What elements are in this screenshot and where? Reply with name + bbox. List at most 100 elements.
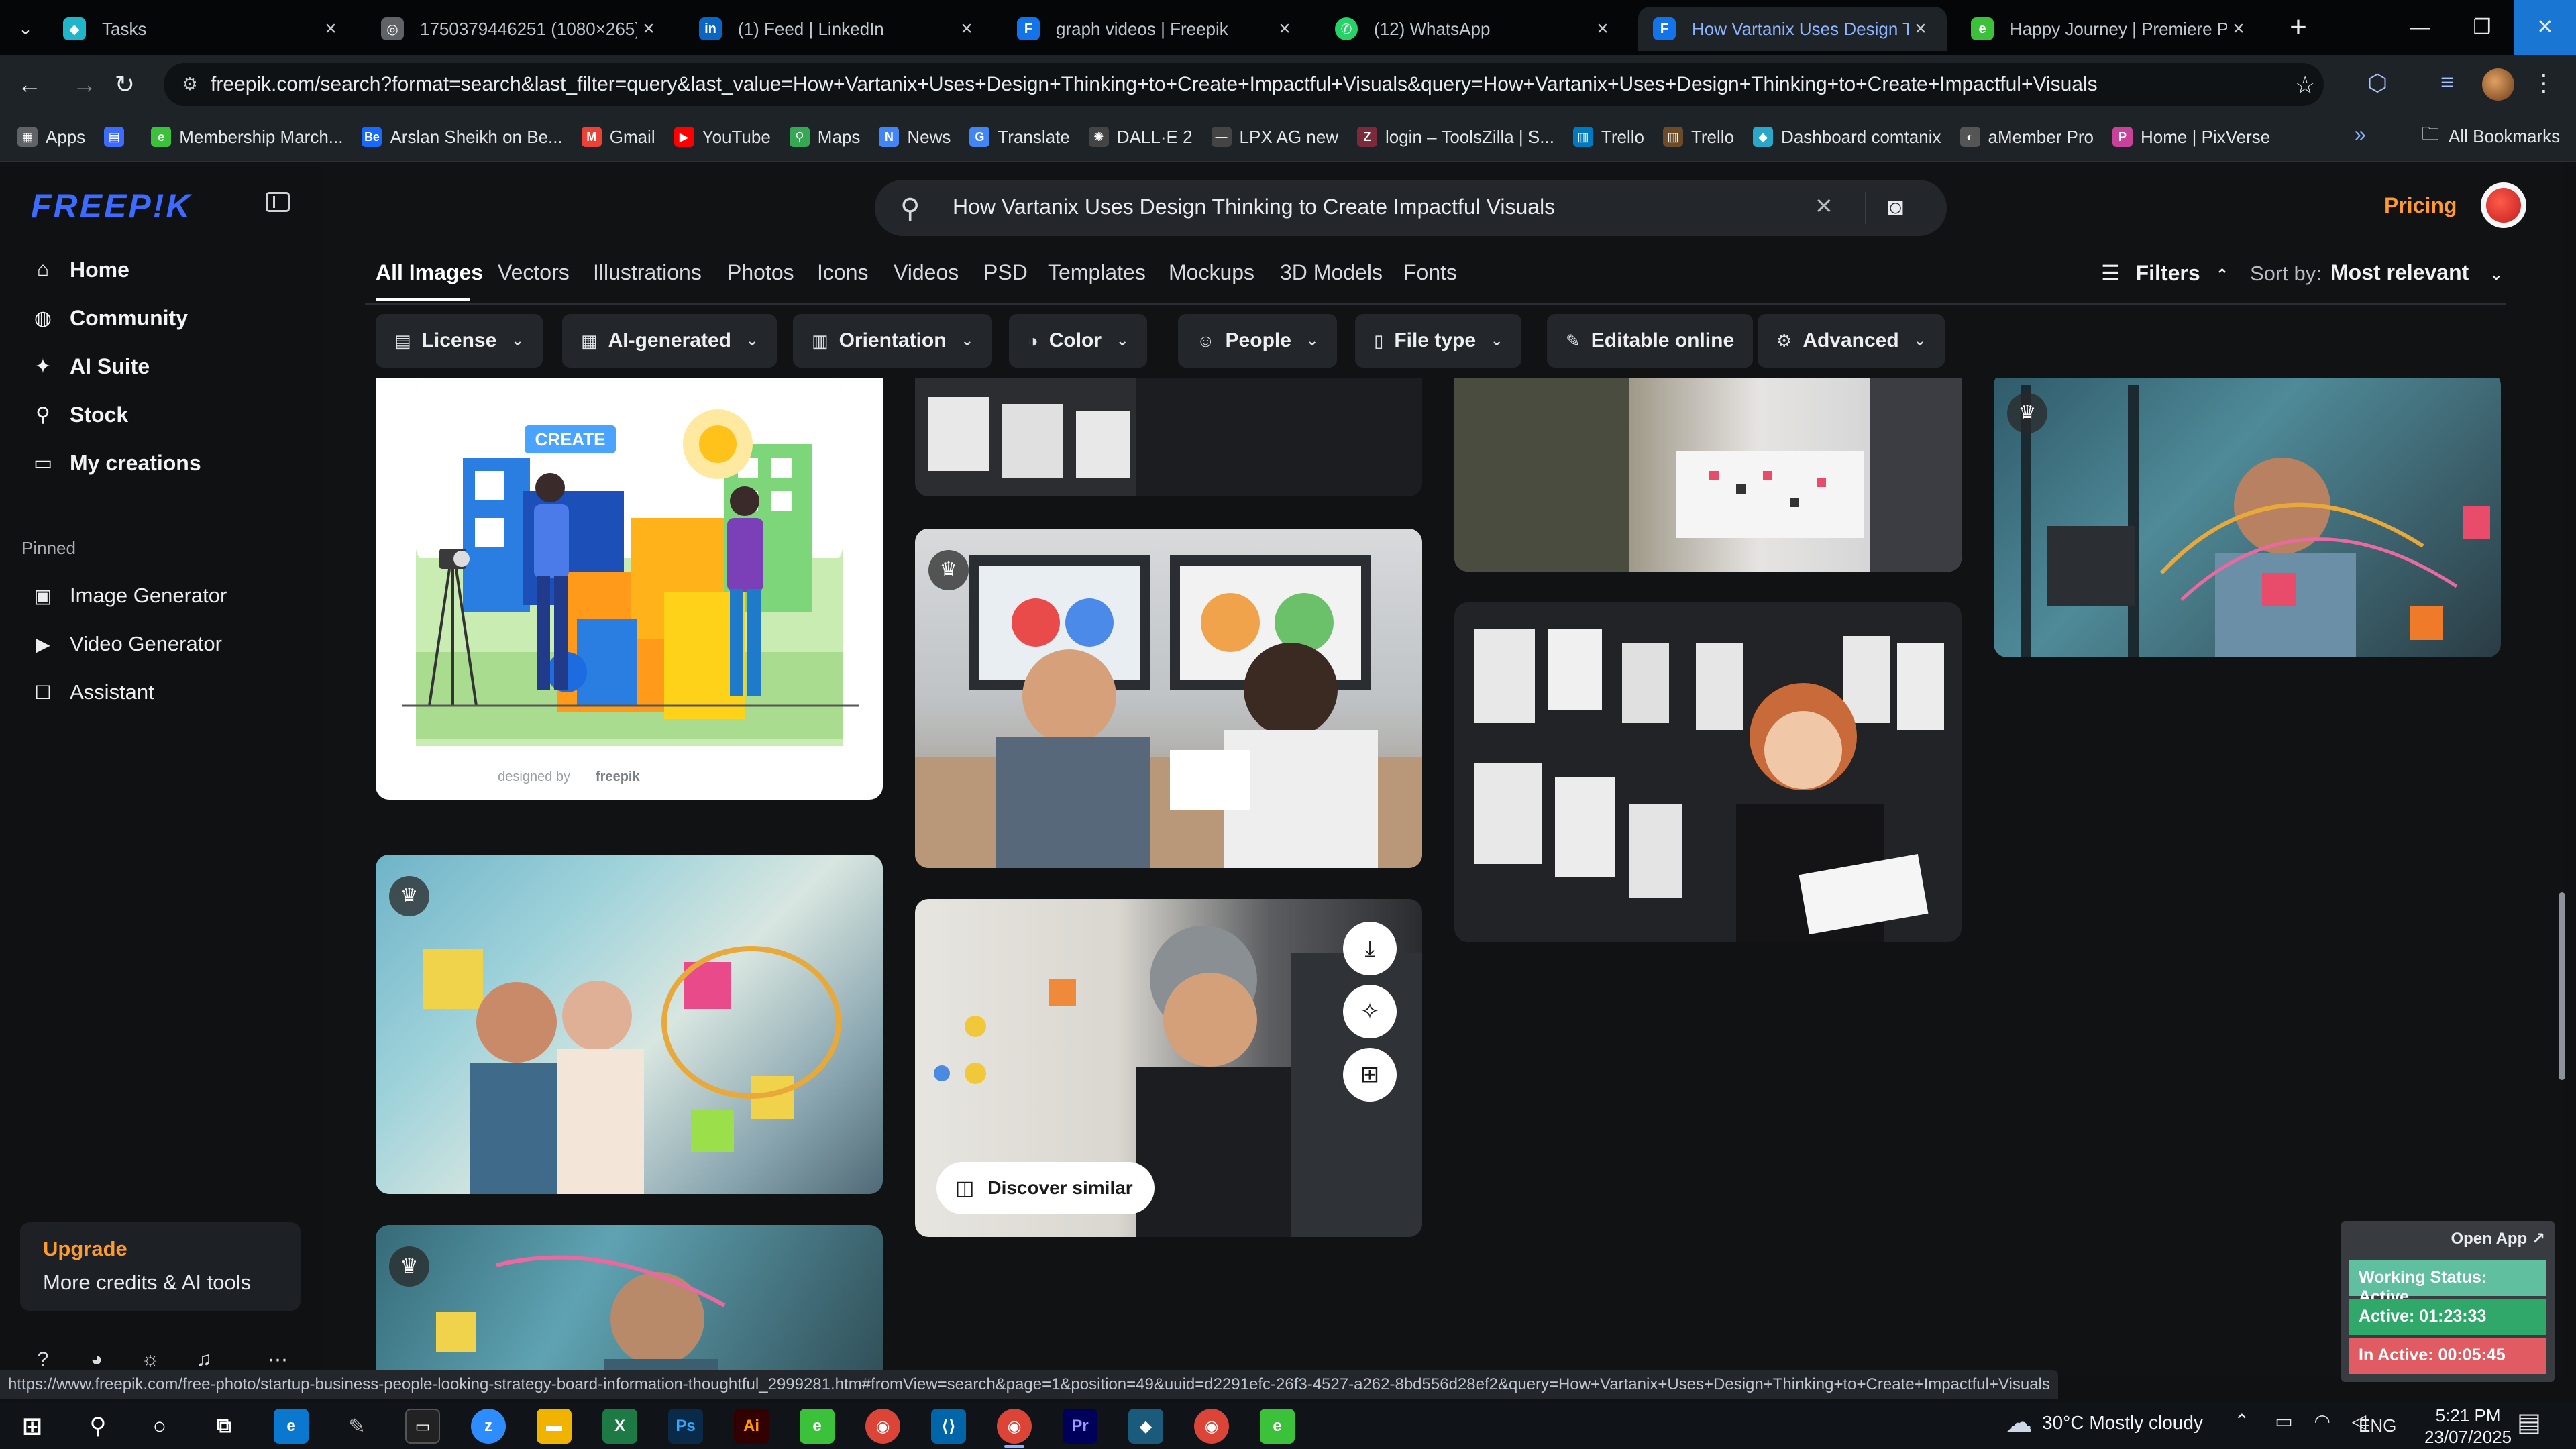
result-card-photo[interactable] (915, 378, 1422, 496)
back-arrow-icon[interactable]: ← (12, 67, 47, 102)
download-icon[interactable]: ⤓ (1343, 922, 1397, 975)
restore-button[interactable]: ❐ (2451, 0, 2513, 55)
result-card-photo[interactable]: ♛ (376, 855, 883, 1194)
tab-templates[interactable]: Templates (1048, 260, 1146, 285)
tab-all-images[interactable]: All Images (376, 260, 483, 285)
media-controls-icon[interactable]: ≡ (2432, 70, 2462, 99)
clear-search-icon[interactable]: × (1815, 189, 1833, 223)
close-icon[interactable]: × (1591, 17, 1614, 40)
system-clock[interactable]: 5:21 PM 23/07/2025 (2424, 1405, 2512, 1448)
filter-color[interactable]: ◑ Color ⌄ (1009, 314, 1148, 368)
bookmark-item[interactable]: ◆ Dashboard comtanix (1743, 117, 1950, 157)
cortana-icon[interactable]: ○ (142, 1409, 177, 1444)
bookmark-item[interactable]: e Membership March... (142, 117, 352, 157)
new-tab-button[interactable]: + (2281, 12, 2316, 43)
chrome-icon[interactable]: ◉ (997, 1409, 1032, 1444)
tab-3d-models[interactable]: 3D Models (1280, 260, 1383, 285)
tab-vectors[interactable]: Vectors (498, 260, 570, 285)
extensions-icon[interactable]: ⬡ (2363, 70, 2392, 99)
bookmark-star-icon[interactable]: ☆ (2294, 71, 2316, 99)
browser-tab[interactable]: ◎ 1750379446251 (1080×265) × (366, 7, 675, 51)
windows-start-icon[interactable]: ⊞ (15, 1409, 50, 1444)
terminal-icon[interactable]: ▭ (405, 1409, 440, 1444)
tab-photos[interactable]: Photos (727, 260, 794, 285)
photoshop-icon[interactable]: Ps (668, 1409, 703, 1444)
result-card-photo-hovered[interactable]: ⤓ ✧ ⊞ ◫ Discover similar (915, 899, 1422, 1237)
filter-editable-online[interactable]: ✎ Editable online (1547, 314, 1754, 368)
reload-icon[interactable]: ↻ (107, 67, 142, 102)
bookmark-item[interactable]: ✺ DALL·E 2 (1079, 117, 1202, 157)
bookmark-item[interactable]: ▤ (95, 117, 142, 157)
filters-button[interactable]: ☰ Filters ⌃ (2101, 260, 2229, 286)
vscode-icon[interactable]: ⟨⟩ (931, 1409, 966, 1444)
chrome-icon[interactable]: ◉ (1194, 1409, 1229, 1444)
tab-mockups[interactable]: Mockups (1169, 260, 1254, 285)
result-card-photo[interactable] (1454, 378, 1962, 572)
zoom-icon[interactable]: z (471, 1409, 506, 1444)
envato-icon[interactable]: e (800, 1409, 835, 1444)
bookmark-item[interactable]: ▥ Trello (1654, 117, 1743, 157)
browser-tab[interactable]: F graph videos | Freepik × (1002, 7, 1311, 51)
scrollbar[interactable] (2563, 162, 2576, 1375)
bookmark-item[interactable]: — LPX AG new (1202, 117, 1348, 157)
all-bookmarks-button[interactable]: 🗀 All Bookmarks (2422, 119, 2560, 153)
discover-similar-button[interactable]: ◫ Discover similar (936, 1162, 1155, 1214)
language-indicator[interactable]: ENG (2359, 1415, 2396, 1436)
user-avatar[interactable] (2481, 182, 2526, 228)
tab-illustrations[interactable]: Illustrations (593, 260, 702, 285)
tab-icons[interactable]: Icons (817, 260, 868, 285)
result-card-photo[interactable] (1454, 602, 1962, 942)
sidebar-item-community[interactable]: ◍ Community (31, 298, 188, 338)
bookmark-item[interactable]: M Gmail (572, 117, 665, 157)
app-icon[interactable]: ◆ (1128, 1409, 1163, 1444)
address-bar[interactable]: freepik.com/search?format=search&last_fi… (164, 63, 2324, 106)
browser-tab[interactable]: in (1) Feed | LinkedIn × (684, 7, 993, 51)
forward-arrow-icon[interactable]: → (67, 67, 102, 102)
bookmark-item[interactable]: Be Arslan Sheikh on Be... (352, 117, 572, 157)
browser-tab[interactable]: ✆ (12) WhatsApp × (1320, 7, 1629, 51)
browser-tab[interactable]: e Happy Journey | Premiere Pro × (1956, 7, 2265, 51)
site-info-icon[interactable]: ⚙ (178, 74, 201, 97)
tab-search-button[interactable]: ⌄ (9, 13, 42, 43)
illustrator-icon[interactable]: Ai (734, 1409, 769, 1444)
excel-icon[interactable]: X (602, 1409, 637, 1444)
bookmark-item[interactable]: ⚲ Maps (780, 117, 870, 157)
bookmark-item[interactable]: N News (869, 117, 960, 157)
result-card-illustration[interactable]: CREATE designed by freepik (376, 378, 883, 800)
browser-tab[interactable]: ◆ Tasks × (48, 7, 357, 51)
file-explorer-icon[interactable]: ▬ (537, 1409, 572, 1444)
search-query-text[interactable]: How Vartanix Uses Design Thinking to Cre… (953, 195, 1555, 219)
menu-dots-icon[interactable]: ⋮ (2529, 70, 2559, 99)
weather-widget[interactable]: ☁ 30°C Mostly cloudy (2006, 1407, 2203, 1438)
close-icon[interactable]: × (637, 17, 660, 40)
pricing-link[interactable]: Pricing (2384, 193, 2457, 218)
search-icon[interactable]: ⚲ (80, 1409, 115, 1444)
chrome-icon[interactable]: ◉ (865, 1409, 900, 1444)
bookmark-item[interactable]: ▦ Apps (8, 117, 95, 157)
tab-psd[interactable]: PSD (983, 260, 1028, 285)
result-card-photo[interactable]: ♛ (1994, 378, 2501, 657)
bookmark-item[interactable]: G Translate (960, 117, 1079, 157)
browser-tab-active[interactable]: F How Vartanix Uses Design Thin × (1638, 7, 1947, 51)
add-to-collection-icon[interactable]: ⊞ (1343, 1048, 1397, 1102)
pen-icon[interactable]: ✎ (339, 1409, 374, 1444)
close-icon[interactable]: × (955, 17, 978, 40)
scrollbar-thumb[interactable] (2559, 892, 2565, 1080)
search-input[interactable]: ⚲ How Vartanix Uses Design Thinking to C… (875, 180, 1947, 236)
bookmark-item[interactable]: P Home | PixVerse (2103, 117, 2279, 157)
notification-center-icon[interactable]: ▤ (2517, 1407, 2541, 1438)
envato-icon[interactable]: e (1260, 1409, 1295, 1444)
bookmark-item[interactable]: ◐ aMember Pro (1951, 117, 2104, 157)
bookmark-item[interactable]: ▶ YouTube (665, 117, 780, 157)
result-card-photo[interactable]: ♛ (915, 529, 1422, 868)
window-close-button[interactable]: ✕ (2514, 0, 2576, 55)
result-card-photo[interactable]: ♛ (376, 1225, 883, 1375)
filter-file-type[interactable]: ▯ File type ⌄ (1355, 314, 1522, 368)
filter-people[interactable]: ☺ People ⌄ (1178, 314, 1338, 368)
tab-fonts[interactable]: Fonts (1403, 260, 1457, 285)
filter-ai-generated[interactable]: ▦ AI-generated ⌄ (562, 314, 777, 368)
sidebar-collapse-icon[interactable] (266, 192, 290, 212)
close-icon[interactable]: × (1909, 17, 1932, 40)
system-tray[interactable]: ⌃ ▭ ◠ ◁ (2234, 1410, 2366, 1432)
close-icon[interactable]: × (319, 17, 342, 40)
